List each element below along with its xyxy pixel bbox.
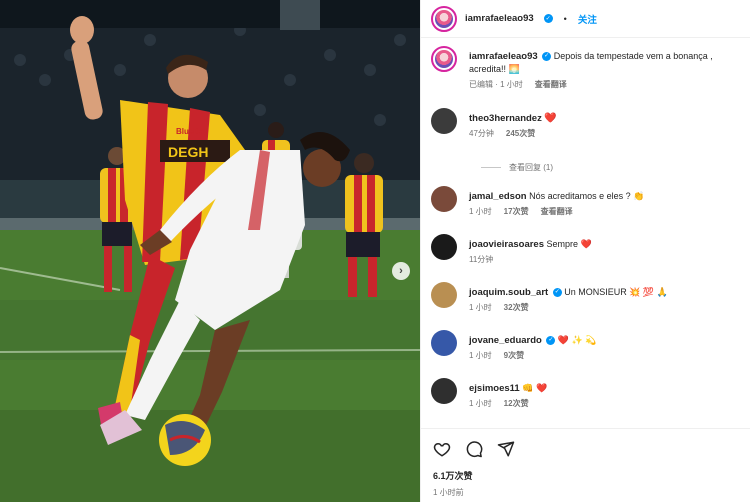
comment-username[interactable]: theo3hernandez [469,113,542,124]
instagram-post: DEGH BlueDay › iamrafaeleao93 ✓ • 关注 iam… [0,0,750,502]
post-actions: 6.1万次赞 1 小时前 [421,428,750,498]
comment-avatar[interactable] [431,234,457,260]
comment-text: Sempre ❤️ [546,239,592,249]
header-separator: • [563,13,567,24]
comment-likes[interactable]: 12次赞 [504,397,529,410]
comment-likes[interactable]: 17次赞 [504,205,529,218]
caption-translate-link[interactable]: 查看翻译 [535,78,567,91]
comment-likes[interactable]: 245次赞 [506,127,535,140]
caption-edited-time: 已编辑 · 1 小时 [469,80,523,89]
comment-username[interactable]: jovane_eduardo [469,335,542,346]
author-avatar[interactable] [431,5,457,32]
verified-badge-icon: ✓ [552,288,562,298]
comment-item: theo3hernandez ❤️ 47分钟 245次赞 [431,108,740,148]
comment-username[interactable]: joaovieirasoares [469,239,544,250]
comment-time: 1 小时 [469,303,492,312]
comment-item: jovane_eduardo ✓ ❤️ ✨ 💫 1 小时 9次赞 [431,330,740,378]
comment-item: joaovieirasoares Sempre ❤️ 11分钟 [431,234,740,282]
caption-avatar[interactable] [431,46,457,72]
comment-time: 11分钟 [469,255,494,264]
caption-item: iamrafaeleao93 ✓ Depois da tempestade ve… [431,46,740,108]
comment-item: ejsimoes11 👊 ❤️ 1 小时 12次赞 [431,378,740,422]
verified-badge-icon: ✓ [543,14,553,23]
comment-avatar[interactable] [431,108,457,134]
follow-button[interactable]: 关注 [578,12,597,26]
jersey-brand-text: BlueDay [176,127,209,136]
carousel-next-button[interactable]: › [392,262,410,280]
like-heart-icon[interactable] [433,440,451,458]
comment-text: Nós acreditamos e eles ? 👏 [529,191,645,201]
comment-translate-link[interactable]: 查看翻译 [541,205,573,218]
post-sidebar: iamrafaeleao93 ✓ • 关注 iamrafaeleao93 ✓ D… [420,0,750,502]
view-replies-link[interactable]: 查看回复 (1) [509,162,553,173]
comment-item: jamal_edson Nós acreditamos e eles ? 👏 1… [431,186,740,234]
comment-text: ❤️ [544,113,557,124]
comment-username[interactable]: joaquim.soub_art [469,287,548,298]
caption-username[interactable]: iamrafaeleao93 [469,51,538,62]
view-replies-row[interactable]: 查看回复 (1) [481,154,740,180]
verified-badge-icon: ✓ [542,52,552,62]
comments-section: iamrafaeleao93 ✓ Depois da tempestade ve… [421,38,750,422]
post-photo[interactable]: DEGH BlueDay › [0,0,420,502]
ball-shape [159,414,211,466]
comment-text: 👊 ❤️ [522,383,548,393]
post-header: iamrafaeleao93 ✓ • 关注 [421,0,750,38]
comment-time: 1 小时 [469,207,492,216]
comment-text: ❤️ ✨ 💫 [557,335,597,345]
verified-badge-icon: ✓ [546,336,556,346]
comment-avatar[interactable] [431,282,457,308]
post-time: 1 小时前 [433,488,464,497]
comment-likes[interactable]: 32次赞 [504,301,529,314]
photo-illustration: DEGH BlueDay [0,0,420,502]
comment-time: 47分钟 [469,129,494,138]
replies-divider [481,166,501,168]
comment-time: 1 小时 [469,351,492,360]
comment-time: 1 小时 [469,399,492,408]
comment-username[interactable]: jamal_edson [469,191,527,202]
comment-bubble-icon[interactable] [465,440,483,458]
comment-avatar[interactable] [431,330,457,356]
jersey-sponsor-text: DEGH [168,144,208,160]
share-send-icon[interactable] [497,440,515,458]
likes-count[interactable]: 6.1万次赞 [433,469,739,482]
comment-username[interactable]: ejsimoes11 [469,383,520,394]
comment-likes[interactable]: 9次赞 [504,349,524,362]
comment-item: joaquim.soub_art ✓ Un MONSIEUR 💥 💯 🙏 1 小… [431,282,740,330]
author-username[interactable]: iamrafaeleao93 [465,13,534,24]
comment-text: Un MONSIEUR 💥 💯 🙏 [564,287,668,297]
comment-avatar[interactable] [431,186,457,212]
comment-avatar[interactable] [431,378,457,404]
